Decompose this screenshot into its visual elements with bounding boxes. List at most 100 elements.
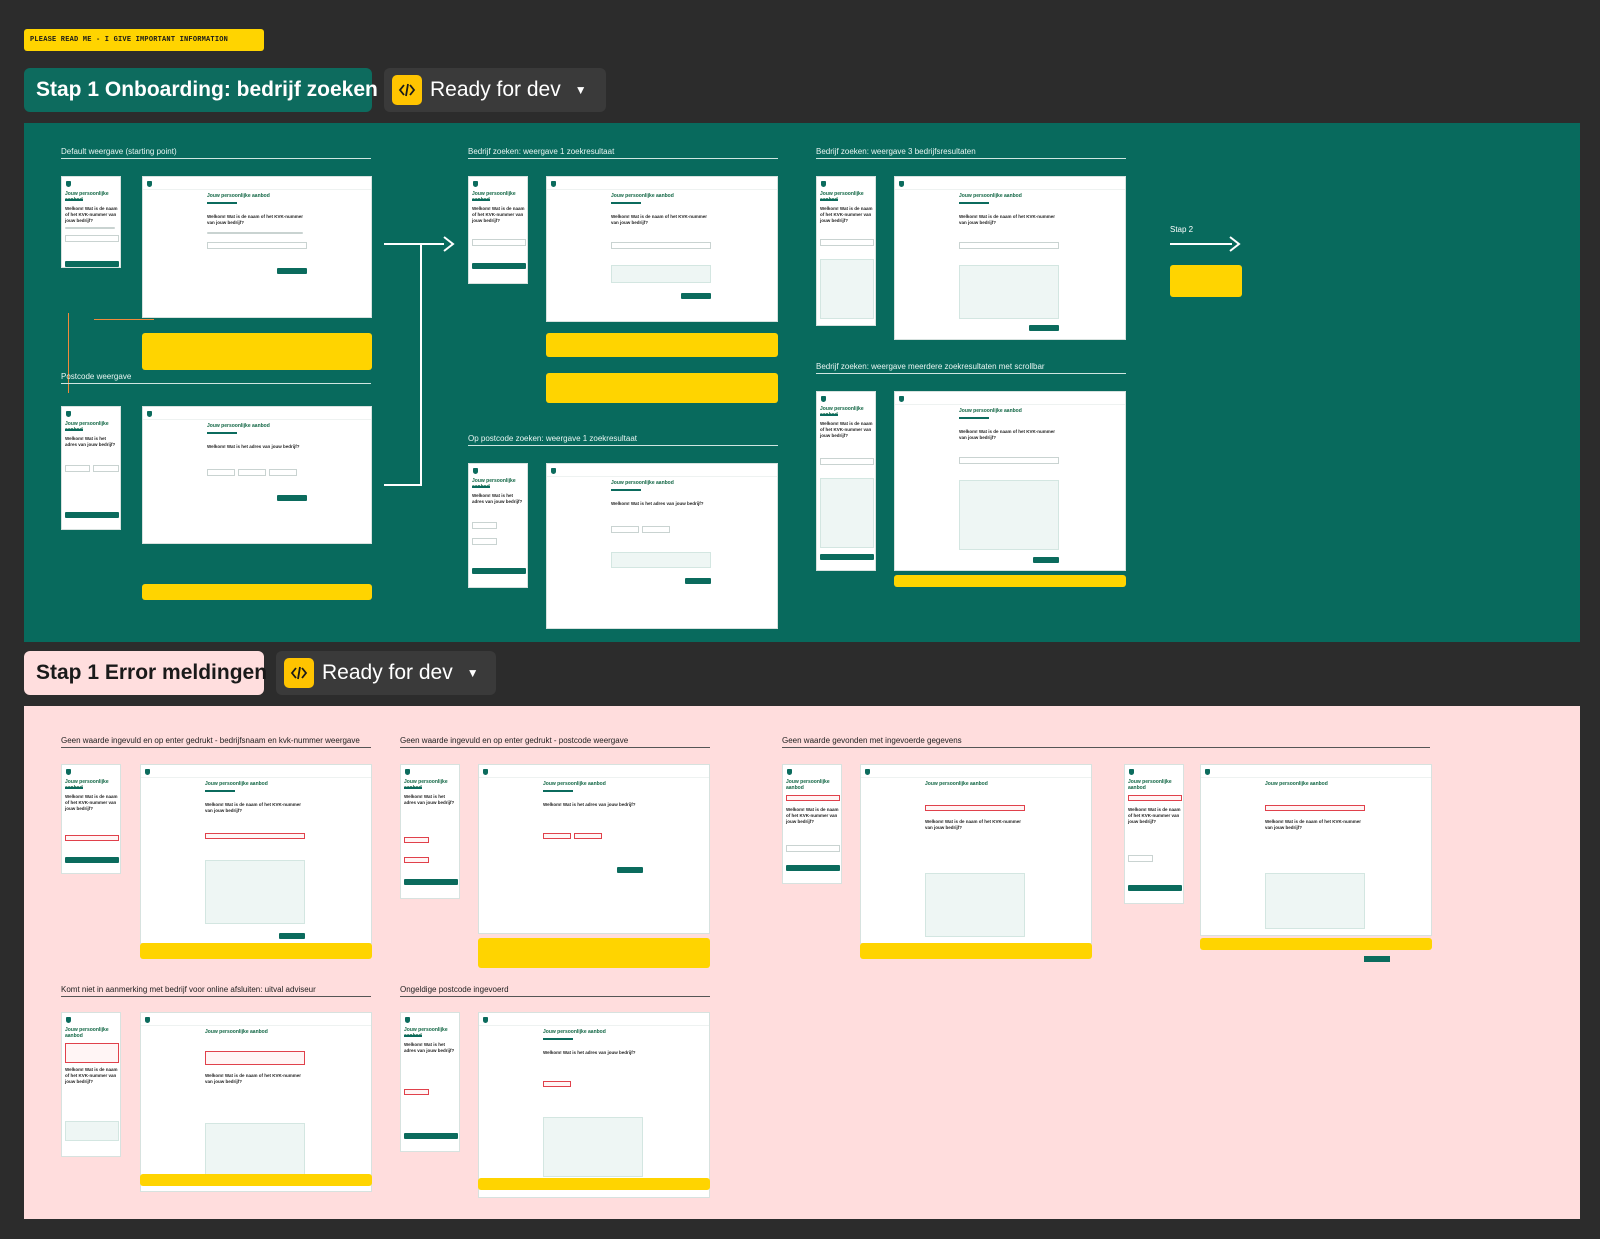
status-label: Ready for dev [322,661,453,684]
mockup-question: Welkom! Wat is de naam of het KVK-nummer… [205,802,302,813]
mockup-question: Welkom! Wat is de naam of het KVK-nummer… [1128,807,1181,824]
logo-icon [483,1017,488,1023]
logo-icon [821,396,826,402]
mockup-title: Jouw persoonlijke aanbod [404,1027,448,1039]
logo-icon [821,181,826,187]
error-message [786,795,840,801]
frame-label: Bedrijf zoeken: weergave meerdere zoekre… [816,362,1045,371]
chevron-down-icon: ▼ [574,83,587,97]
error-input [543,1081,571,1087]
status-dropdown-errors[interactable]: Ready for dev ▼ [276,651,496,695]
mockup-question: Welkom! Wat is de naam of het KVK-nummer… [65,1067,118,1084]
mobile-mockup: Jouw persoonlijke aanbod Welkom! Wat is … [816,391,876,571]
mockup-header [143,407,371,420]
search-input [472,239,526,246]
next-button [1128,885,1182,891]
error-message [925,805,1025,811]
search-results [959,265,1059,319]
progress-bar [820,414,838,416]
logo-icon [405,769,410,775]
next-button [1033,557,1059,563]
next-button [681,293,711,299]
annotation-note [478,1178,710,1190]
progress-bar [611,202,641,204]
next-button [279,933,305,939]
annotation-note [142,584,372,600]
logo-icon [1205,769,1210,775]
mockup-header [547,177,777,190]
mockup-title: Jouw persoonlijke aanbod [65,1027,109,1039]
mobile-mockup: Jouw persoonlijke aanbod Welkom! Wat is … [61,764,121,874]
mockup-title: Jouw persoonlijke aanbod [404,779,448,791]
mockup-title: Jouw persoonlijke aanbod [472,191,516,203]
mockup-question: Welkom! Wat is de naam of het KVK-nummer… [925,819,1022,830]
error-input [404,1089,429,1095]
onboarding-board: Default weergave (starting point) Jouw p… [24,123,1580,642]
mockup-question: Welkom! Wat is de naam of het KVK-nummer… [65,794,118,811]
arrow-head-icon [1229,236,1241,252]
mockup-header [141,765,371,778]
readme-banner: PLEASE READ ME - I GIVE IMPORTANT INFORM… [24,29,264,51]
logo-icon [473,468,478,474]
error-message [1128,795,1182,801]
search-result [611,265,711,283]
arrow-head-icon [443,236,455,252]
progress-bar [472,486,490,488]
frame-label: Ongeldige postcode ingevoerd [400,985,509,994]
logo-icon [899,396,904,402]
error-input [543,833,571,839]
desktop-mockup: Jouw persoonlijke aanbod Welkom! Wat is … [546,176,778,322]
postcode-input [611,526,639,533]
search-input [820,239,874,246]
progress-bar [959,417,989,419]
code-icon [392,75,422,105]
desktop-mockup: Jouw persoonlijke aanbod Welkom! Wat is … [894,391,1126,571]
frame-divider [468,445,778,446]
frame-divider [400,996,710,997]
mockup-title: Jouw persoonlijke aanbod [65,421,109,433]
status-dropdown-onboarding[interactable]: Ready for dev ▼ [384,68,606,112]
text-line [65,227,115,229]
desktop-mockup: Jouw persoonlijke aanbod Welkom! Wat is … [478,1012,710,1198]
progress-bar [611,489,641,491]
frame-label: Bedrijf zoeken: weergave 1 zoekresultaat [468,147,615,156]
search-input [820,458,874,465]
mockup-question: Welkom! Wat is het adres van jouw bedrij… [404,794,455,805]
desktop-mockup: Jouw persoonlijke aanbod Welkom! Wat is … [140,1012,372,1192]
mockup-title: Jouw persoonlijke aanbod [820,191,864,203]
flow-connector [68,313,69,393]
mockup-title: Jouw persoonlijke aanbod [611,193,674,199]
mockup-header [895,392,1125,405]
frame-divider [782,747,1430,748]
mockup-title: Jouw persoonlijke aanbod [543,781,606,787]
housenumber-input [472,538,497,545]
next-button [1029,325,1059,331]
frame-label: Default weergave (starting point) [61,147,177,156]
frame-label: Bedrijf zoeken: weergave 3 bedrijfsresul… [816,147,976,156]
mockup-question: Welkom! Wat is de naam of het KVK-nummer… [786,807,839,824]
annotation-note [1170,265,1242,297]
housenumber-input [238,469,266,476]
status-label: Ready for dev [430,78,561,101]
error-message [1265,805,1365,811]
frame-label: Geen waarde ingevuld en op enter gedrukt… [400,736,629,745]
desktop-mockup: Jouw persoonlijke aanbod Welkom! Wat is … [546,463,778,629]
mobile-mockup: Jouw persoonlijke aanbod Welkom! Wat is … [61,176,121,268]
mockup-question: Welkom! Wat is de naam of het KVK-nummer… [820,206,873,223]
text-line [207,232,303,234]
frame-label: Geen waarde ingevuld en op enter gedrukt… [61,736,360,745]
mockup-question: Welkom! Wat is de naam of het KVK-nummer… [472,206,525,223]
logo-icon [147,181,152,187]
frame-divider [468,158,778,159]
logo-icon [145,769,150,775]
step-2-label: Stap 2 [1170,225,1194,234]
mockup-question: Welkom! Wat is de naam of het KVK-nummer… [207,214,304,225]
housenumber-input [93,465,119,472]
next-button [472,568,526,574]
error-input [574,833,602,839]
mobile-mockup: Jouw persoonlijke aanbod Welkom! Wat is … [61,406,121,530]
mockup-title: Jouw persoonlijke aanbod [959,408,1022,414]
frame-divider [816,373,1126,374]
logo-icon [147,411,152,417]
logo-icon [551,181,556,187]
